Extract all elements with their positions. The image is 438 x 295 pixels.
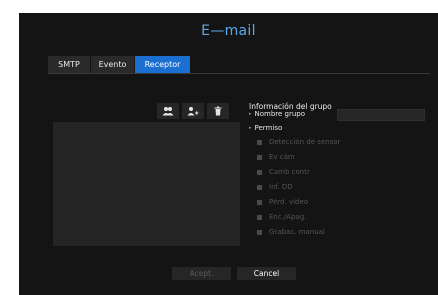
tab-bar: SMTP Evento Receptor <box>48 56 191 73</box>
email-settings-window: E—mail SMTP Evento Receptor Información … <box>19 13 438 295</box>
checkbox[interactable] <box>257 214 262 220</box>
add-user-icon <box>187 107 199 116</box>
permission-label: Permiso <box>254 124 283 132</box>
permission-hdd-info[interactable]: Inf. DD <box>257 183 293 191</box>
group-name-row: ▸ Nombre grupo <box>249 110 305 118</box>
permission-video-loss[interactable]: Pérd. vídeo <box>257 198 308 206</box>
delete-icon <box>214 106 222 116</box>
permission-row: ▸ Permiso <box>249 124 282 132</box>
group-list-panel[interactable] <box>53 122 240 246</box>
tab-receptor[interactable]: Receptor <box>135 56 190 73</box>
permission-manual-record[interactable]: Grabac. manual <box>257 228 325 236</box>
permission-camera-event[interactable]: Ev cám <box>257 153 295 161</box>
accept-button[interactable]: Acept. <box>172 267 231 280</box>
checkbox[interactable] <box>257 154 262 160</box>
checkbox[interactable] <box>257 139 262 145</box>
checkbox[interactable] <box>257 169 262 175</box>
add-group-button[interactable] <box>157 103 179 119</box>
group-name-label: Nombre grupo <box>254 110 306 118</box>
tab-smtp[interactable]: SMTP <box>48 56 90 73</box>
group-toolbar <box>157 103 232 119</box>
tab-divider <box>48 73 430 74</box>
window-title: E—mail <box>201 23 256 39</box>
checkbox[interactable] <box>257 184 262 190</box>
checkbox[interactable] <box>257 229 262 235</box>
add-user-button[interactable] <box>182 103 204 119</box>
bullet-arrow-icon: ▸ <box>249 111 252 117</box>
add-group-icon <box>162 107 174 116</box>
delete-button[interactable] <box>207 103 229 119</box>
permission-sensor-detection[interactable]: Detección de sensor <box>257 138 341 146</box>
cancel-button[interactable]: Cancel <box>237 267 296 280</box>
group-name-input[interactable] <box>337 109 425 121</box>
checkbox[interactable] <box>257 199 262 205</box>
permission-config-change[interactable]: Camb contr <box>257 168 310 176</box>
permission-power-on-off[interactable]: Enc./Apag. <box>257 213 306 221</box>
bullet-arrow-icon: ▸ <box>249 125 252 131</box>
tab-evento[interactable]: Evento <box>91 56 134 73</box>
